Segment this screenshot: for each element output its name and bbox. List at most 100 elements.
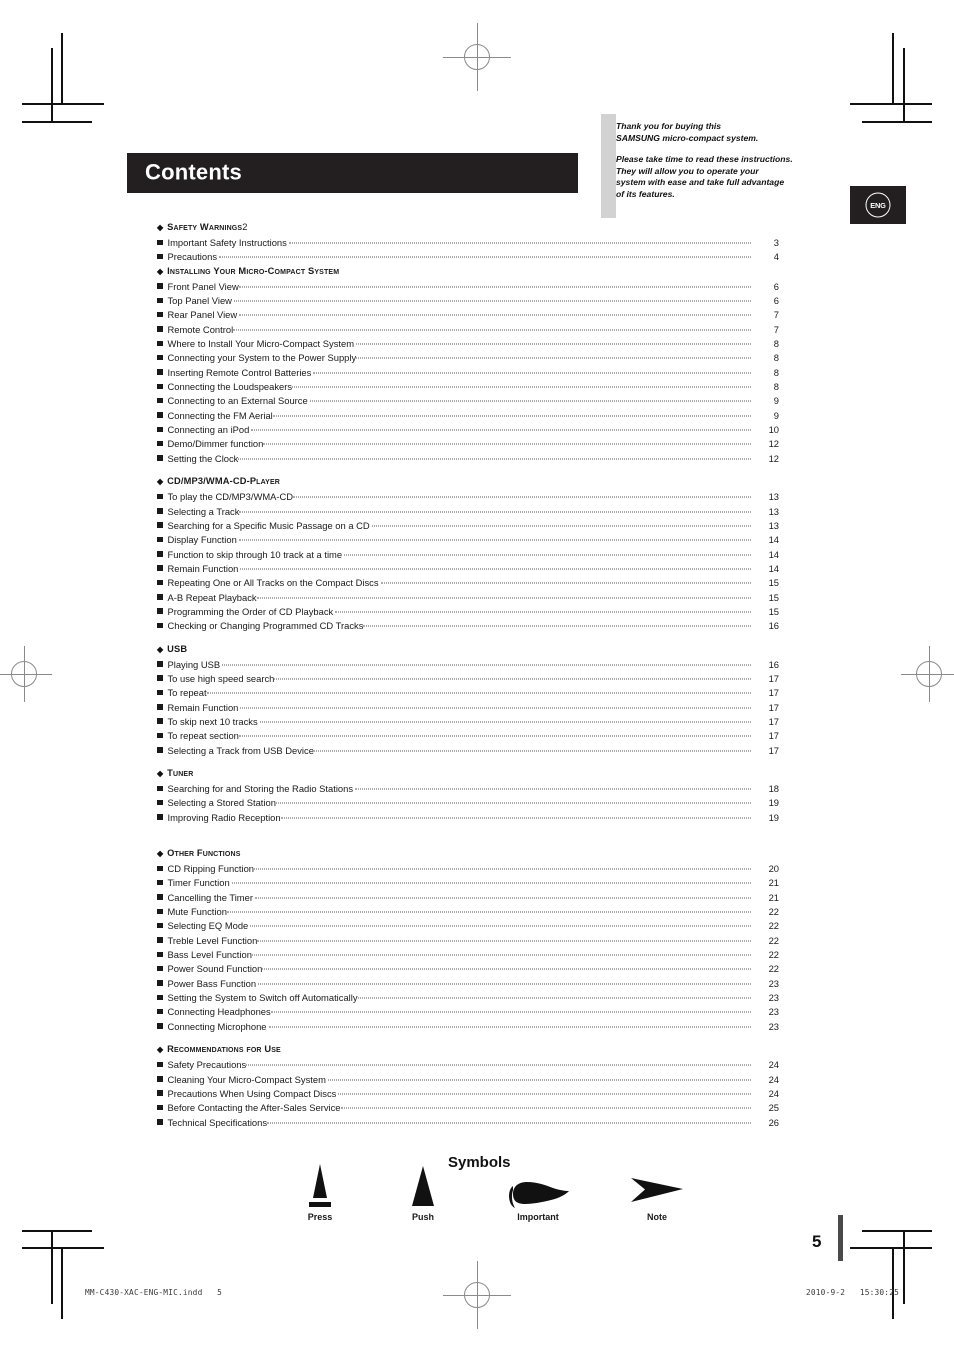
intro-line-6: of its features. bbox=[616, 188, 675, 199]
toc-entry[interactable]: Cleaning Your Micro-Compact System 24 bbox=[157, 1074, 779, 1088]
toc-entry[interactable]: Checking or Changing Programmed CD Track… bbox=[157, 620, 779, 634]
toc-page-number: 15 bbox=[768, 591, 779, 603]
toc-entry[interactable]: Remain Function 17 bbox=[157, 702, 779, 716]
toc-entry[interactable]: Top Panel View 6 bbox=[157, 295, 779, 309]
square-bullet-icon bbox=[157, 689, 163, 696]
toc-page-number: 7 bbox=[773, 323, 779, 335]
toc-entry-label: Connecting Microphone bbox=[167, 1020, 267, 1032]
toc-entry[interactable]: Precautions When Using Compact Discs 24 bbox=[157, 1088, 779, 1102]
toc-entry[interactable]: Display Function 14 bbox=[157, 534, 779, 548]
toc-entry[interactable]: Front Panel View 6 bbox=[157, 281, 779, 295]
toc-leader-dots bbox=[262, 968, 751, 970]
toc-entry[interactable]: Treble Level Function 22 bbox=[157, 935, 779, 949]
toc-leader-dots bbox=[238, 735, 751, 737]
toc-page-number: 20 bbox=[768, 863, 779, 875]
toc-entry[interactable]: A-B Repeat Playback 15 bbox=[157, 592, 779, 606]
push-triangle-icon bbox=[373, 1160, 473, 1208]
toc-entry[interactable]: Inserting Remote Control Batteries 8 bbox=[157, 367, 779, 381]
toc-entry[interactable]: Where to Install Your Micro-Compact Syst… bbox=[157, 338, 779, 352]
toc-entry-label: Mute Function bbox=[167, 906, 227, 918]
toc-entry[interactable]: Selecting a Track 13 bbox=[157, 506, 779, 520]
toc-entry[interactable]: Power Bass Function 23 bbox=[157, 978, 779, 992]
square-bullet-icon bbox=[157, 508, 163, 514]
square-bullet-icon bbox=[157, 799, 163, 806]
toc-entry[interactable]: Demo/Dimmer function 12 bbox=[157, 438, 779, 452]
toc-entry[interactable]: Remain Function 14 bbox=[157, 563, 779, 577]
symbol-important-label: Important bbox=[517, 1212, 559, 1222]
toc-entry-label: Display Function bbox=[167, 534, 237, 546]
toc-page-number: 13 bbox=[768, 505, 779, 517]
toc-entry[interactable]: Connecting an iPod 10 bbox=[157, 424, 779, 438]
toc-entry[interactable]: Mute Function 22 bbox=[157, 906, 779, 920]
toc-entry-label: Inserting Remote Control Batteries bbox=[167, 366, 312, 378]
toc-section-heading: ◆ Tuner bbox=[157, 768, 779, 783]
toc-entry[interactable]: Searching for and Storing the Radio Stat… bbox=[157, 783, 779, 797]
toc-entry-label: Where to Install Your Micro-Compact Syst… bbox=[167, 338, 355, 350]
square-bullet-icon bbox=[157, 455, 163, 461]
toc-entry[interactable]: Repeating One or All Tracks on the Compa… bbox=[157, 577, 779, 591]
square-bullet-icon bbox=[157, 412, 163, 418]
square-bullet-icon bbox=[157, 704, 163, 710]
toc-entry[interactable]: Rear Panel View 7 bbox=[157, 309, 779, 323]
crop-mark-top-right-vertical-inner bbox=[903, 48, 905, 122]
toc-entry[interactable]: Setting the Clock 12 bbox=[157, 453, 779, 467]
toc-entry[interactable]: To play the CD/MP3/WMA-CD 13 bbox=[157, 491, 779, 505]
toc-page-number: 18 bbox=[768, 783, 779, 794]
toc-page-number: 2 bbox=[242, 222, 248, 232]
symbol-press-label: Press bbox=[307, 1212, 333, 1222]
toc-leader-dots bbox=[293, 496, 751, 498]
toc-entry-label: Cancelling the Timer bbox=[167, 891, 253, 903]
toc-entry[interactable]: Connecting Microphone 23 bbox=[157, 1021, 779, 1035]
toc-entry[interactable]: Setting the System to Switch off Automat… bbox=[157, 992, 779, 1006]
language-badge-label: ENG bbox=[870, 200, 886, 210]
toc-entry[interactable]: Function to skip through 10 track at a t… bbox=[157, 549, 779, 563]
toc-leader-dots bbox=[327, 1079, 751, 1080]
toc-entry[interactable]: Connecting the FM Aerial 9 bbox=[157, 410, 779, 424]
toc-entry[interactable]: Searching for a Specific Music Passage o… bbox=[157, 520, 779, 534]
toc-leader-dots bbox=[256, 597, 751, 599]
toc-leader-dots bbox=[268, 1026, 751, 1028]
toc-entry[interactable]: Before Contacting the After-Sales Servic… bbox=[157, 1102, 779, 1116]
intro-paragraph-2: Please take time to read these instructi… bbox=[616, 154, 846, 200]
toc-entry[interactable]: Connecting to an External Source 9 bbox=[157, 395, 779, 409]
toc-entry[interactable]: To repeat 17 bbox=[157, 687, 779, 701]
square-bullet-icon bbox=[157, 536, 163, 543]
toc-page-number: 8 bbox=[773, 381, 779, 393]
toc-page-number: 4 bbox=[773, 251, 779, 263]
toc-entry[interactable]: To use high speed search 17 bbox=[157, 673, 779, 687]
toc-entry[interactable]: Selecting a Track from USB Device 17 bbox=[157, 745, 779, 759]
toc-entry[interactable]: Timer Function 21 bbox=[157, 877, 779, 891]
toc-entry[interactable]: To repeat section 17 bbox=[157, 730, 779, 744]
toc-section-heading: ◆ USB bbox=[157, 644, 779, 659]
toc-page-number: 12 bbox=[768, 438, 779, 450]
toc-entry[interactable]: Cancelling the Timer 21 bbox=[157, 892, 779, 906]
toc-entry[interactable]: Connecting Headphones 23 bbox=[157, 1006, 779, 1020]
toc-entry[interactable]: Remote Control 7 bbox=[157, 324, 779, 338]
toc-entry[interactable]: Safety Precautions 24 bbox=[157, 1059, 779, 1073]
toc-entry[interactable]: Power Sound Function 22 bbox=[157, 963, 779, 977]
toc-entry[interactable]: To skip next 10 tracks 17 bbox=[157, 716, 779, 730]
toc-leader-dots bbox=[309, 400, 751, 402]
toc-entry[interactable]: Important Safety Instructions 3 bbox=[157, 237, 779, 251]
square-bullet-icon bbox=[157, 297, 163, 304]
toc-entry[interactable]: Connecting the Loudspeakers 8 bbox=[157, 381, 779, 395]
toc-entry[interactable]: Connecting your System to the Power Supp… bbox=[157, 352, 779, 366]
toc-entry[interactable]: Technical Specifications 26 bbox=[157, 1117, 779, 1131]
toc-entry[interactable]: Selecting EQ Mode 22 bbox=[157, 920, 779, 934]
toc-entry-label: Connecting the FM Aerial bbox=[167, 409, 273, 421]
toc-leader-dots bbox=[274, 678, 751, 680]
toc-entry[interactable]: Improving Radio Reception 19 bbox=[157, 812, 779, 826]
toc-entry-label: Cleaning Your Micro-Compact System bbox=[167, 1073, 326, 1085]
toc-entry[interactable]: Selecting a Stored Station 19 bbox=[157, 797, 779, 811]
toc-entry[interactable]: Programming the Order of CD Playback 15 bbox=[157, 606, 779, 620]
toc-entry[interactable]: CD Ripping Function 20 bbox=[157, 863, 779, 877]
crop-mark-bottom-right-vertical-outer bbox=[892, 1247, 894, 1319]
toc-entry[interactable]: Playing USB 16 bbox=[157, 659, 779, 673]
toc-entry[interactable]: Bass Level Function 22 bbox=[157, 949, 779, 963]
language-badge-ring: ENG bbox=[865, 192, 891, 218]
toc-section-heading: ◆ Other Functions bbox=[157, 848, 779, 863]
square-bullet-icon bbox=[157, 718, 163, 724]
toc-entry-label: Searching for and Storing the Radio Stat… bbox=[167, 783, 354, 794]
toc-page-number: 8 bbox=[773, 338, 779, 350]
toc-entry[interactable]: Precautions 4 bbox=[157, 251, 779, 265]
